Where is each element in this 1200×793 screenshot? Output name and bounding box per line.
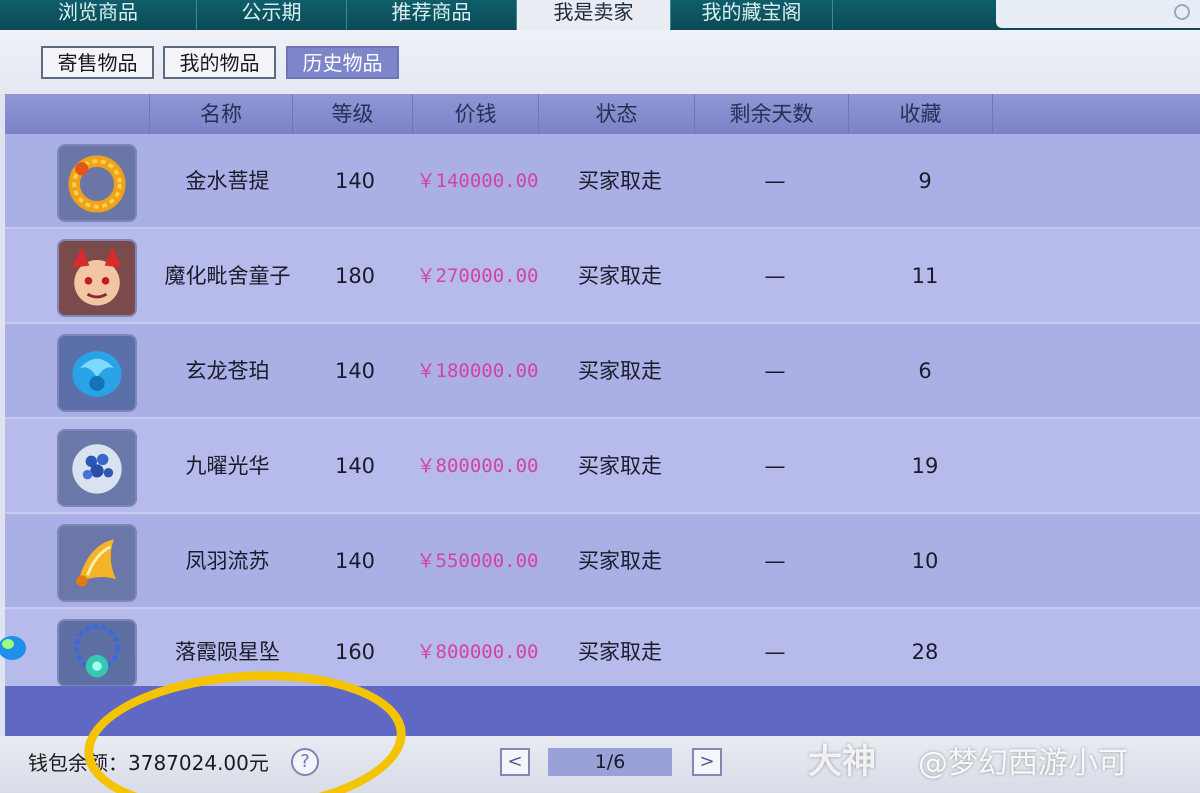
- pearl-cluster-icon: [57, 429, 137, 507]
- item-level: 140: [334, 359, 376, 383]
- item-price: ￥180000.00: [416, 360, 539, 382]
- item-price: ￥140000.00: [416, 170, 539, 192]
- tab-my-treasure[interactable]: 我的藏宝阁: [671, 0, 833, 30]
- table-row[interactable]: 魔化毗舍童子 180 ￥270000.00 买家取走 — 11: [5, 229, 1200, 324]
- item-status: 买家取走: [578, 549, 662, 573]
- item-favorites: 6: [918, 359, 932, 383]
- item-name: 金水菩提: [185, 169, 270, 193]
- item-days-left: —: [764, 169, 786, 193]
- subtab-my-items[interactable]: 我的物品: [163, 46, 276, 79]
- table-row[interactable]: 凤羽流苏 140 ￥550000.00 买家取走 — 10: [5, 514, 1200, 609]
- item-price: ￥800000.00: [416, 641, 539, 663]
- item-favorites: 9: [918, 169, 932, 193]
- item-favorites: 10: [911, 549, 939, 573]
- header-favorites[interactable]: 收藏: [849, 94, 993, 134]
- demon-child-avatar-icon: [57, 239, 137, 317]
- tab-recommended[interactable]: 推荐商品: [347, 0, 517, 30]
- blue-chain-pendant-icon: [57, 619, 137, 687]
- item-name: 九曜光华: [185, 454, 270, 478]
- item-days-left: —: [764, 549, 786, 573]
- item-favorites: 28: [911, 640, 939, 664]
- table-header: 名称 等级 价钱 状态 剩余天数 收藏: [5, 94, 1200, 134]
- item-price: ￥550000.00: [416, 550, 539, 572]
- item-name: 凤羽流苏: [185, 549, 270, 573]
- item-name: 玄龙苍珀: [185, 359, 270, 383]
- item-level: 140: [334, 549, 376, 573]
- item-status: 买家取走: [578, 359, 662, 383]
- item-status: 买家取走: [578, 640, 662, 664]
- item-level: 160: [334, 640, 376, 664]
- item-level: 140: [334, 454, 376, 478]
- item-status: 买家取走: [578, 169, 662, 193]
- item-name: 魔化毗舍童子: [164, 264, 291, 288]
- header-name[interactable]: 名称: [150, 94, 293, 134]
- item-price: ￥800000.00: [416, 455, 539, 477]
- item-status: 买家取走: [578, 264, 662, 288]
- tab-public-period[interactable]: 公示期: [197, 0, 347, 30]
- header-price[interactable]: 价钱: [413, 94, 539, 134]
- history-table: 名称 等级 价钱 状态 剩余天数 收藏 金水菩提 140 ￥140000.00 …: [5, 94, 1200, 736]
- prev-page-button[interactable]: <: [500, 748, 530, 776]
- header-icon-col: [5, 94, 150, 134]
- blue-dragon-jade-icon: [57, 334, 137, 412]
- search-icon: [1174, 4, 1190, 20]
- dragged-item-icon: [0, 628, 32, 668]
- item-price: ￥270000.00: [416, 265, 539, 287]
- item-favorites: 19: [911, 454, 939, 478]
- tab-browse[interactable]: 浏览商品: [0, 0, 197, 30]
- item-level: 180: [334, 264, 376, 288]
- item-status: 买家取走: [578, 454, 662, 478]
- item-days-left: —: [764, 359, 786, 383]
- subtab-history[interactable]: 历史物品: [286, 46, 399, 79]
- item-favorites: 11: [911, 264, 939, 288]
- header-days-left[interactable]: 剩余天数: [695, 94, 849, 134]
- table-row[interactable]: 金水菩提 140 ￥140000.00 买家取走 — 9: [5, 134, 1200, 229]
- table-row[interactable]: 九曜光华 140 ￥800000.00 买家取走 — 19: [5, 419, 1200, 514]
- top-tab-bar: 浏览商品 公示期 推荐商品 我是卖家 我的藏宝阁: [0, 0, 1200, 30]
- search-box[interactable]: [996, 0, 1200, 28]
- item-days-left: —: [764, 264, 786, 288]
- watermark-handle: @梦幻西游小可: [918, 746, 1128, 781]
- phoenix-tassel-icon: [57, 524, 137, 602]
- subtab-consignment[interactable]: 寄售物品: [41, 46, 154, 79]
- subtab-bar: 寄售物品 我的物品 历史物品: [0, 30, 1200, 94]
- item-days-left: —: [764, 640, 786, 664]
- table-row[interactable]: 落霞陨星坠 160 ￥800000.00 买家取走 — 28: [5, 609, 1200, 687]
- header-level[interactable]: 等级: [293, 94, 413, 134]
- tab-seller[interactable]: 我是卖家: [517, 0, 671, 30]
- header-status[interactable]: 状态: [539, 94, 695, 134]
- next-page-button[interactable]: >: [692, 748, 722, 776]
- page-indicator: 1/6: [548, 748, 672, 776]
- table-row[interactable]: 玄龙苍珀 140 ￥180000.00 买家取走 — 6: [5, 324, 1200, 419]
- item-days-left: —: [764, 454, 786, 478]
- golden-dragon-ring-icon: [57, 144, 137, 222]
- item-level: 140: [334, 169, 376, 193]
- watermark-brand: 大神: [808, 742, 876, 782]
